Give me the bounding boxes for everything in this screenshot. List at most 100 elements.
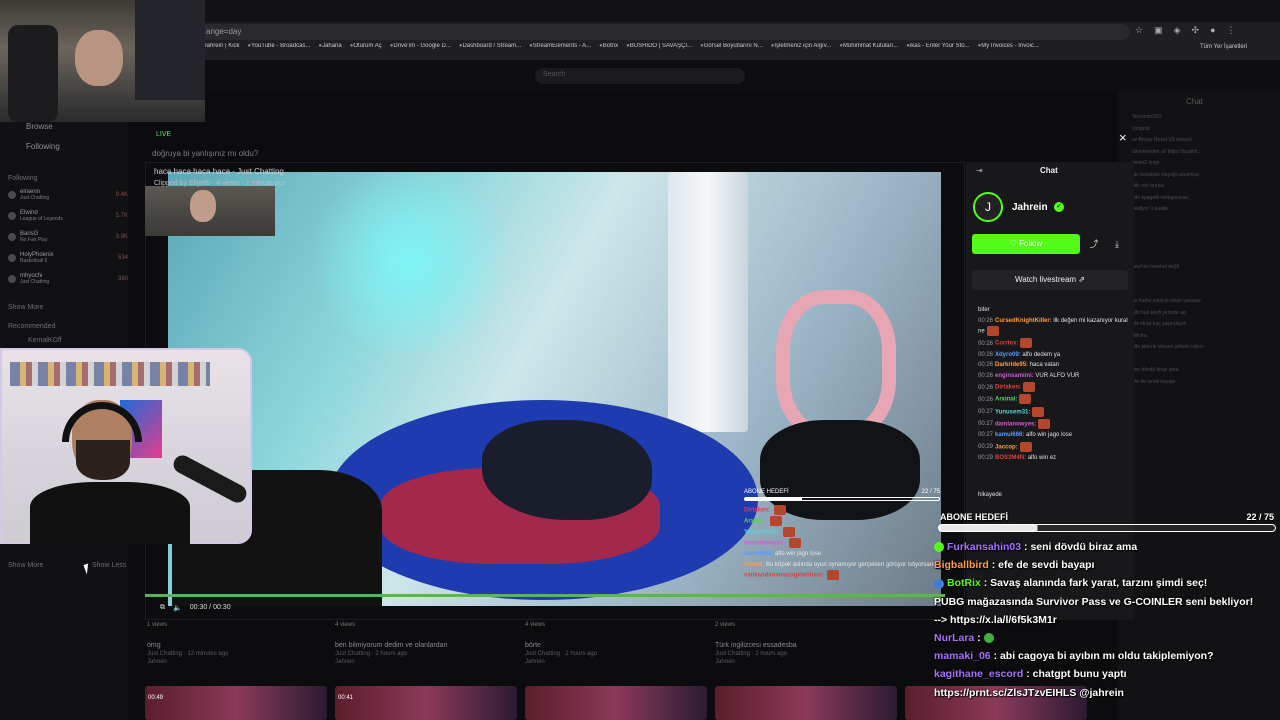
bookmark-item[interactable]: Görsel Boyutlarını N...	[700, 43, 763, 57]
channel-avatar[interactable]: J	[973, 192, 1003, 222]
chat-timestamp: 00:27	[978, 421, 994, 428]
right-chat-line: ve Beyaz Rozet V3 satışta!	[1132, 137, 1193, 143]
chat-username[interactable]: enginsamimi:	[995, 373, 1034, 379]
emote-icon	[1032, 406, 1045, 417]
profile-icon[interactable]: ●	[1210, 25, 1215, 39]
star-icon[interactable]: ☆	[1135, 25, 1143, 39]
overlay-chat-line: kagithane_escord : chatgpt bunu yaptı	[934, 665, 1280, 683]
chat-text: biter	[978, 307, 990, 313]
show-less-link[interactable]: Show Less	[92, 562, 126, 569]
chat-username[interactable]: Corrtex:	[995, 341, 1018, 347]
bookmark-item[interactable]: Drive'ım - Google D...	[390, 43, 451, 57]
menu-icon[interactable]: ⋮	[1227, 25, 1236, 39]
clip-thumbnail[interactable]	[715, 686, 897, 720]
chat-username[interactable]: Darkride95:	[995, 362, 1028, 368]
webcam-top-shelf	[135, 0, 205, 100]
shield-icon[interactable]: ◈	[1174, 25, 1181, 39]
sub-goal-bar	[938, 524, 1276, 532]
clip-icon[interactable]: ⧉	[160, 604, 165, 612]
clip-title: haca haca haca haca - Just Chatting	[154, 167, 284, 176]
bookmark-item[interactable]: Botrix	[599, 43, 618, 57]
clip-card[interactable]: 4 views ben bilmiyorum dedim ve olanlarda…	[335, 622, 515, 665]
bookmark-item[interactable]: Jahrein | Kick	[200, 43, 240, 57]
sidebar-browse[interactable]: Browse	[26, 122, 53, 131]
sidebar-channel[interactable]: elraenn Just Chatting 9.4K	[8, 188, 128, 202]
chat-text: haca vatan	[1028, 362, 1060, 369]
clip-title[interactable]: ben bilmiyorum dedim ve olanlardan	[335, 642, 515, 649]
watch-livestream-button[interactable]: Watch livestream ⇗	[972, 270, 1128, 290]
show-more-link[interactable]: Show More	[8, 304, 43, 311]
channel-name[interactable]: Jahrein	[1012, 202, 1048, 213]
verified-icon: ✓	[1054, 202, 1064, 212]
chat-username[interactable]: Dirtaken:	[995, 385, 1021, 391]
chat-message: 00:26 Arxinal:	[978, 394, 1130, 405]
share-icon[interactable]: ⤴	[1086, 234, 1102, 254]
video-chat-line: kamui666: alfo win jago lose	[744, 549, 940, 560]
bookmark-item[interactable]: Oturum Aç	[350, 43, 381, 57]
right-chat-line	[1132, 354, 1277, 366]
site-search-input[interactable]: Search	[535, 68, 745, 84]
chat-message: 00:29 Jaccop:	[978, 441, 1130, 453]
all-bookmarks-link[interactable]: Tüm Yer İşaretleri	[1200, 44, 1247, 50]
chat-username[interactable]: Arxinal:	[995, 397, 1017, 403]
clip-channel[interactable]: Jahrein	[335, 659, 515, 665]
bookmark-item[interactable]: ikas - Enter Your Sto...	[906, 43, 970, 57]
chat-username[interactable]: kamui666:	[995, 432, 1024, 438]
clip-channel[interactable]: Jahrein	[147, 659, 327, 665]
sidebar-channel[interactable]: mhyochi Just Chatting 380	[8, 272, 128, 286]
recommended-channel[interactable]: KemalKOff	[28, 337, 62, 344]
close-icon[interactable]: ×	[1119, 130, 1127, 145]
chat-username[interactable]: BOS3M4N:	[995, 455, 1026, 461]
bookmark-item[interactable]: YouTube - Broadcas...	[248, 43, 310, 57]
right-chat-line	[1132, 411, 1277, 423]
chat-username[interactable]: damlanowyes:	[995, 421, 1036, 427]
chat-username[interactable]: Xdyro09:	[995, 352, 1021, 358]
address-bar[interactable]: ange=day	[200, 24, 1130, 40]
clip-thumbnail[interactable]: 00:49	[145, 686, 327, 720]
sidebar-channel[interactable]: HolyPhoenix Basketball 6 534	[8, 251, 128, 265]
extension-icon[interactable]: ▣	[1154, 25, 1163, 39]
bookmark-item[interactable]: Jaharia	[318, 43, 342, 57]
bookmark-item[interactable]: Mühimmat Kutuları...	[839, 43, 898, 57]
chat-username[interactable]: CursedKnightKiller:	[995, 318, 1052, 324]
chat-username[interactable]: Jaccop:	[995, 444, 1018, 450]
channel-viewers: 534	[117, 255, 128, 261]
download-icon[interactable]: ⤓	[1109, 234, 1125, 254]
chat-timestamp: 00:26	[978, 340, 994, 347]
clip-card[interactable]: 4 views börte Just Chatting · 2 hours ago J…	[525, 622, 705, 665]
channel-info: BarisG No Fair Play	[20, 231, 48, 243]
clip-views: 2 views	[715, 622, 736, 628]
clip-card[interactable]: 1 views omg Just Chatting · 12 minutes ago…	[147, 622, 327, 665]
sidebar-channel[interactable]: BarisG No Fair Play 3.9K	[8, 230, 128, 244]
clip-thumbnail[interactable]	[525, 686, 707, 720]
clip-card[interactable]: 2 views Türk ingilizcesi essadesba Just Ch…	[715, 622, 895, 665]
sidebar-following[interactable]: Following	[26, 142, 60, 151]
channel-game: Basketball 6	[20, 258, 48, 264]
clip-channel[interactable]: Jahrein	[525, 659, 705, 665]
follow-button[interactable]: ♡ Follow	[972, 234, 1080, 254]
bookmark-item[interactable]: İşletmeniz için Algıv...	[771, 43, 831, 57]
clip-title[interactable]: börte	[525, 642, 705, 649]
modal-chat-messages: biter 00:26 CursedKnightKiller: ilk değen …	[978, 306, 1130, 502]
overlay-chat-text: : Savaş alanında fark yarat, tarzını şim…	[980, 577, 1208, 590]
bookmark-item[interactable]: My Invoices - Invoic...	[978, 43, 1039, 57]
clip-thumbnail[interactable]: 00:41	[335, 686, 517, 720]
volume-icon[interactable]: 🔈	[173, 604, 182, 612]
show-more-bottom[interactable]: Show More	[8, 562, 43, 569]
collapse-chat-icon[interactable]: ⇥	[976, 166, 983, 175]
right-chat-line: gu kadar yıkayıp olsun yavaşta	[1132, 298, 1201, 304]
right-chat-line: efe de sevdi bayapı	[1132, 378, 1176, 385]
bookmark-item[interactable]: StreamElements - A...	[529, 43, 591, 57]
chat-message: 00:26 Corrtex:	[978, 338, 1130, 349]
clip-title[interactable]: Türk ingilizcesi essadesba	[715, 642, 895, 649]
video-progress-bar[interactable]	[145, 594, 945, 597]
stream-title-bg: doğruya bi yanlışınız mı oldu?	[152, 149, 259, 158]
bookmark-item[interactable]: Dashboard / Stream...	[459, 43, 521, 57]
sidebar-channel[interactable]: Elwind League of Legends 5.7K	[8, 209, 128, 223]
clip-channel[interactable]: Jahrein	[715, 659, 895, 665]
overlay-chat-user: Bigballbird	[934, 559, 989, 572]
clip-title[interactable]: omg	[147, 642, 327, 649]
chat-username[interactable]: Yunusem31:	[995, 409, 1030, 415]
puzzle-icon[interactable]: ✣	[1192, 25, 1200, 39]
bookmark-item[interactable]: BUSHIDO | SAVAŞÇI...	[626, 43, 692, 57]
